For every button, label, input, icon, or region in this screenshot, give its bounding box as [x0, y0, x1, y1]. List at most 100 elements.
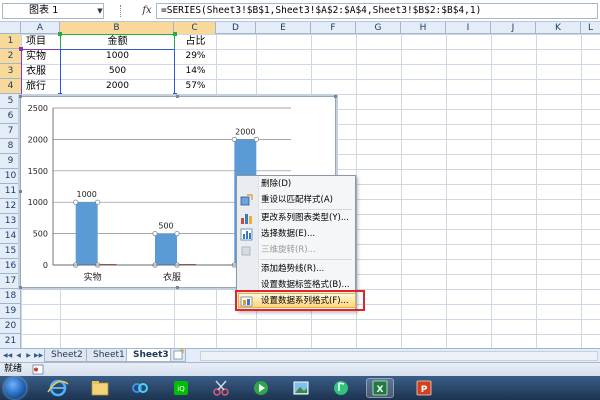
powerpoint-icon[interactable]: P: [410, 378, 438, 398]
y-tick-label: 500: [33, 230, 48, 239]
row-header[interactable]: 8: [0, 139, 21, 154]
sheet-tab-bar: ◀◀ ◀ ▶ ▶▶ Sheet2 Sheet1 Sheet3: [0, 348, 600, 362]
prev-sheet-icon[interactable]: ◀: [14, 351, 23, 361]
svg-text:P: P: [421, 385, 428, 395]
status-text: 就绪: [4, 364, 23, 374]
select-data-icon: [240, 228, 253, 241]
internet-explorer-icon[interactable]: [44, 378, 72, 398]
row-header[interactable]: 5: [0, 94, 21, 109]
status-bar: 就绪: [0, 362, 600, 376]
row-header[interactable]: 6: [0, 109, 21, 124]
row-header[interactable]: 14: [0, 229, 21, 244]
name-box[interactable]: 图表 1: [2, 3, 104, 19]
menu-item-delete[interactable]: 删除(D): [258, 176, 355, 192]
tab-sheet2[interactable]: Sheet2: [44, 349, 90, 362]
first-sheet-icon[interactable]: ◀◀: [3, 351, 12, 361]
file-explorer-icon[interactable]: [86, 378, 114, 398]
photos-icon[interactable]: [287, 378, 315, 398]
row-header[interactable]: 3: [0, 64, 21, 79]
chevron-down-icon[interactable]: ▼: [95, 3, 105, 19]
iqiyi-icon[interactable]: iQ: [167, 378, 195, 398]
chart-resize-handle[interactable]: [19, 95, 22, 98]
cell-c3[interactable]: 14%: [175, 64, 216, 79]
row-header[interactable]: 12: [0, 199, 21, 214]
row-header[interactable]: 10: [0, 169, 21, 184]
insert-sheet-icon[interactable]: [170, 349, 186, 362]
cell-c4[interactable]: 57%: [175, 79, 216, 94]
chart-resize-handle[interactable]: [176, 286, 179, 289]
column-header-b[interactable]: B: [60, 22, 174, 34]
scissors-icon[interactable]: [207, 378, 235, 398]
menu-item-change-chart-type[interactable]: 更改系列图表类型(Y)...: [258, 210, 355, 226]
cell-c1[interactable]: 占比: [175, 34, 216, 49]
chart-resize-handle[interactable]: [334, 95, 337, 98]
tab-sheet3[interactable]: Sheet3: [126, 349, 176, 362]
row-header[interactable]: 2: [0, 49, 21, 64]
row-header[interactable]: 11: [0, 184, 21, 199]
data-label: 2000: [235, 127, 255, 136]
column-header-c[interactable]: C: [174, 22, 216, 34]
chart-resize-handle[interactable]: [19, 190, 22, 193]
range-handle[interactable]: [19, 47, 23, 51]
formula-bar-separator: [120, 5, 122, 17]
media-player-icon[interactable]: [247, 378, 275, 398]
qq-music-icon[interactable]: [327, 378, 355, 398]
row-headers: 1 2 3 4 5 6 7 8 9 10 11 12 13 14 15 16 1…: [0, 34, 21, 379]
data-label: 1000: [76, 190, 96, 199]
row-header[interactable]: 21: [0, 334, 21, 349]
row-header[interactable]: 13: [0, 214, 21, 229]
selection-handle: [231, 136, 237, 143]
excel-icon[interactable]: X: [366, 378, 394, 398]
selection-handle: [95, 199, 101, 205]
column-headers: A B C D E F G H I J K L: [21, 22, 600, 34]
bar: [155, 233, 177, 265]
column-header-j[interactable]: J: [491, 22, 536, 34]
formula-bar: 图表 1 ▼ fx =SERIES(Sheet3!$B$1,Sheet3!$A$…: [0, 0, 600, 22]
row-header[interactable]: 15: [0, 244, 21, 259]
row-header[interactable]: 20: [0, 319, 21, 334]
column-header-e[interactable]: E: [256, 22, 311, 34]
row-header[interactable]: 17: [0, 274, 21, 289]
column-header-h[interactable]: H: [401, 22, 446, 34]
menu-item-select-data[interactable]: 选择数据(E)...: [258, 226, 355, 242]
menu-separator: [260, 259, 352, 260]
horizontal-scrollbar[interactable]: [200, 351, 598, 361]
menu-item-reset-style[interactable]: 重设以匹配样式(A): [258, 192, 355, 208]
taskbar: iQ K X P: [0, 376, 600, 400]
menu-item-add-trendline[interactable]: 添加趋势线(R)...: [258, 261, 355, 277]
chart-resize-handle[interactable]: [176, 95, 179, 98]
select-all-corner[interactable]: [0, 22, 21, 34]
range-handle[interactable]: [173, 32, 177, 36]
chart-resize-handle[interactable]: [19, 286, 22, 289]
next-sheet-icon[interactable]: ▶: [24, 351, 33, 361]
cell-a1[interactable]: 项目: [22, 34, 60, 49]
data-label: 500: [158, 222, 173, 231]
start-orb-icon[interactable]: [4, 377, 26, 399]
row-header[interactable]: 1: [0, 34, 21, 49]
tab-sheet1[interactable]: Sheet1: [86, 349, 132, 362]
range-handle[interactable]: [58, 32, 62, 36]
row-header[interactable]: 18: [0, 289, 21, 304]
column-header-a[interactable]: A: [21, 22, 60, 34]
column-header-i[interactable]: I: [446, 22, 491, 34]
grid-line: [491, 34, 492, 348]
row-header[interactable]: 16: [0, 259, 21, 274]
column-header-g[interactable]: G: [356, 22, 401, 34]
row-header[interactable]: 7: [0, 124, 21, 139]
row-header[interactable]: 19: [0, 304, 21, 319]
formula-input[interactable]: =SERIES(Sheet3!$B$1,Sheet3!$A$2:$A$4,She…: [156, 3, 598, 19]
selection-handle: [152, 231, 158, 237]
column-header-f[interactable]: F: [311, 22, 356, 34]
column-header-k[interactable]: K: [536, 22, 581, 34]
baidu-netdisk-icon[interactable]: [126, 378, 154, 398]
highlight-annotation-box: [235, 290, 365, 311]
insert-function-button[interactable]: fx: [140, 3, 154, 19]
macro-record-icon[interactable]: [32, 364, 44, 375]
last-sheet-icon[interactable]: ▶▶: [34, 351, 43, 361]
row-header[interactable]: 9: [0, 154, 21, 169]
column-header-l[interactable]: L: [581, 22, 600, 34]
category-range: [21, 49, 61, 95]
row-header[interactable]: 4: [0, 79, 21, 94]
column-header-d[interactable]: D: [216, 22, 256, 34]
cell-c2[interactable]: 29%: [175, 49, 216, 64]
